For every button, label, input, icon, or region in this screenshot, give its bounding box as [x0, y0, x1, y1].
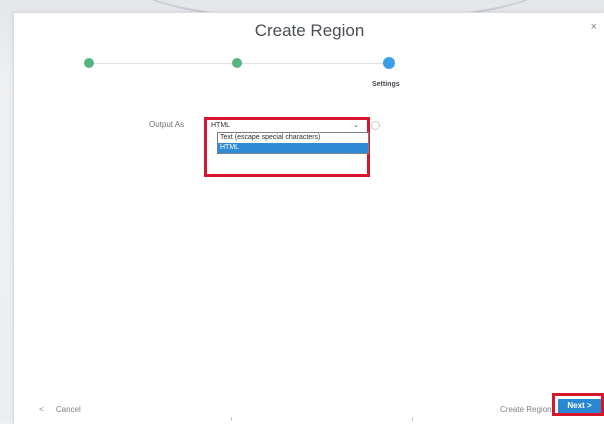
help-icon[interactable]	[371, 121, 380, 130]
chevron-right-icon: >	[586, 401, 592, 410]
output-as-label: Output As	[149, 120, 185, 129]
close-icon[interactable]: ×	[591, 21, 597, 33]
dialog-title: Create Region	[254, 21, 365, 40]
dropdown-option-text[interactable]: Text (escape special characters)	[218, 133, 368, 143]
wizard-step-3-label: Settings	[372, 81, 400, 88]
wizard-step-2-indicator	[232, 58, 242, 68]
next-button-highlight: Next >	[552, 393, 604, 416]
cancel-label: Cancel	[55, 405, 81, 414]
wizard-step-3-indicator	[383, 57, 395, 69]
wizard-step-1-indicator	[84, 58, 94, 68]
chevron-left-icon: <	[39, 405, 44, 414]
output-as-dropdown-list: Text (escape special characters) HTML	[217, 132, 369, 154]
chevron-down-icon: ⌄	[353, 122, 359, 129]
output-as-select[interactable]: HTML ⌄	[209, 121, 359, 131]
next-button[interactable]: Next >	[558, 399, 601, 413]
cancel-button[interactable]: < Cancel	[39, 405, 81, 414]
create-region-dialog: Create Region × Settings Output As HTML …	[13, 12, 604, 424]
scroll-marker	[412, 417, 413, 421]
output-as-selected-value: HTML	[211, 122, 231, 129]
dropdown-option-html[interactable]: HTML	[218, 143, 368, 153]
next-label: Next	[567, 401, 585, 410]
create-region-button[interactable]: Create Region	[500, 405, 552, 414]
scroll-marker	[231, 417, 232, 421]
output-as-highlight: HTML ⌄ Text (escape special characters) …	[204, 117, 370, 177]
